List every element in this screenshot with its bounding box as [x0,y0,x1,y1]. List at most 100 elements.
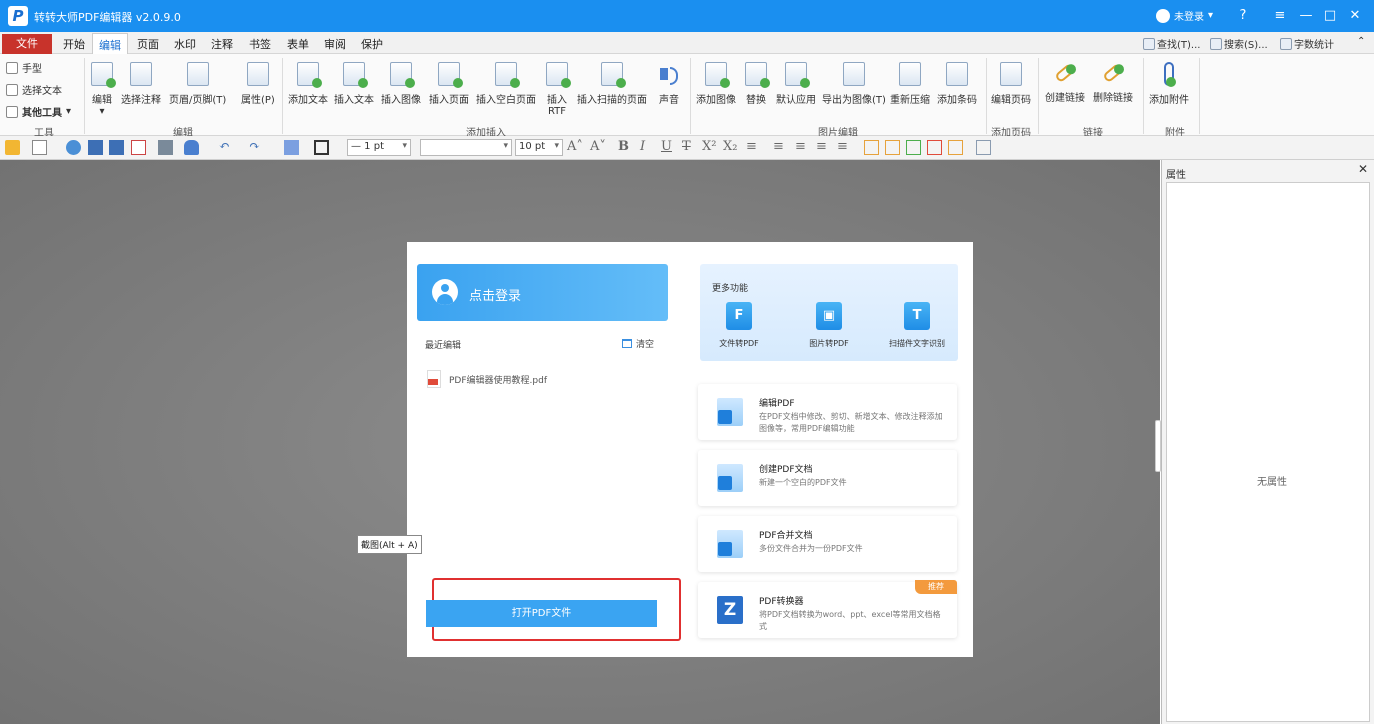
undo-icon[interactable]: ↶ [219,139,230,154]
scan-icon[interactable] [184,140,199,155]
globe-icon[interactable] [66,140,81,155]
select-text-tool[interactable]: 选择文本 [6,82,62,97]
sound-button[interactable]: 声音 [658,62,680,122]
insert-rtf-button[interactable]: 插入 RTF [546,62,571,122]
superscript-button[interactable]: X² [702,139,716,154]
open-folder-icon[interactable] [5,140,20,155]
hand-tool[interactable]: 手型 [6,60,42,75]
close-button[interactable]: ✕ [1345,6,1365,26]
align-left-icon[interactable]: ≡ [773,139,784,154]
collapse-ribbon-button[interactable]: ⌃ [1357,36,1365,47]
tab-start[interactable]: 开始 [63,36,85,52]
new-document-icon[interactable] [32,140,47,155]
other-tools[interactable]: 其他工具 ▾ [6,104,71,119]
export-image-button[interactable]: 导出为图像(T) [822,62,886,122]
bold-button[interactable]: B [618,139,629,154]
group-divider [1199,58,1200,134]
minimize-button[interactable]: — [1296,6,1316,26]
line-width-select[interactable]: — 1 pt [347,139,411,156]
word-count-button[interactable]: 字数统计 [1280,36,1334,51]
open-pdf-button[interactable]: 打开PDF文件 [426,600,657,627]
italic-button[interactable]: I [640,139,645,154]
pdf-converter-card[interactable]: PDF转换器 将PDF文档转换为word、ppt、excel等常用文档格式 推荐 [698,580,957,638]
edit-button[interactable]: 编辑 ▾ [91,62,116,122]
default-apply-button[interactable]: 默认应用 [776,62,816,122]
tab-watermark[interactable]: 水印 [174,36,196,52]
tab-edit[interactable]: 编辑 [92,33,128,55]
decrease-font-button[interactable]: A˅ [590,139,606,154]
recompress-button[interactable]: 重新压缩 [890,62,930,122]
find-button[interactable]: 查找(T)... [1143,36,1200,51]
stroke-color-icon[interactable] [314,140,329,155]
tab-form[interactable]: 表单 [287,36,309,52]
tab-protect[interactable]: 保护 [361,36,383,52]
insert-blank-page-button[interactable]: 插入空白页面 [476,62,536,122]
user-menu[interactable]: 未登录 ▾ [1156,8,1213,23]
print-icon[interactable] [158,140,173,155]
insert-image-button[interactable]: 插入图像 [381,62,421,122]
insert-text-button[interactable]: 插入文本 [334,62,374,122]
ocr-button[interactable]: T 扫描件文字识别 [877,302,957,349]
text-style-icon[interactable] [885,140,900,155]
increase-font-button[interactable]: A˄ [567,139,583,154]
login-button[interactable]: 点击登录 [417,264,668,321]
create-link-button[interactable]: 创建链接 [1045,62,1085,122]
insert-page-button[interactable]: 插入页面 [429,62,469,122]
recent-label: 最近编辑 [425,341,462,351]
menu-icon[interactable]: ≡ [1270,6,1290,26]
header-footer-button[interactable]: 页眉/页脚(T) [169,62,226,122]
save-icon[interactable] [88,140,103,155]
add-barcode-button[interactable]: 添加条码 [937,62,977,122]
properties-button[interactable]: 属性(P) [241,62,275,122]
chevron-down-icon: ▾ [66,106,72,117]
create-pdf-card[interactable]: 创建PDF文档 新建一个空白的PDF文件 [698,450,957,506]
merge-pdf-card[interactable]: PDF合并文档 多份文件合并为一份PDF文件 [698,516,957,572]
header-footer-label: 页眉/页脚(T) [169,95,227,106]
page-setup-icon[interactable] [976,140,991,155]
align-right-icon[interactable]: ≡ [816,139,827,154]
fill-color-icon[interactable] [284,140,299,155]
text-style-icon[interactable] [948,140,963,155]
add-barcode-label: 添加条码 [937,95,977,106]
add-text-button[interactable]: 添加文本 [288,62,328,122]
more-features: 更多功能 F 文件转PDF ▣ 图片转PDF T 扫描件文字识别 [700,264,958,361]
search-button[interactable]: 搜索(S)... [1210,36,1268,51]
tab-review[interactable]: 审阅 [324,36,346,52]
text-style-icon[interactable] [864,140,879,155]
text-style-icon[interactable] [927,140,942,155]
save-as-icon[interactable] [109,140,124,155]
help-icon[interactable]: ? [1233,6,1253,26]
align-center-icon[interactable]: ≡ [795,139,806,154]
default-apply-label: 默认应用 [776,95,816,106]
tab-comment[interactable]: 注释 [211,36,233,52]
strikethrough-button[interactable]: T [682,139,691,154]
indent-icon[interactable]: ≡ [746,139,757,154]
subscript-button[interactable]: X₂ [723,139,737,154]
edit-page-number-button[interactable]: 编辑页码 [991,62,1031,122]
justify-icon[interactable]: ≡ [837,139,848,154]
font-name-select[interactable] [420,139,512,156]
properties-body: 无属性 [1166,182,1370,722]
font-size-select[interactable]: 10 pt [515,139,563,156]
tab-file[interactable]: 文件 [2,34,52,54]
insert-scanned-page-button[interactable]: 插入扫描的页面 [577,62,647,122]
delete-link-button[interactable]: 删除链接 [1093,62,1133,122]
redo-icon[interactable]: ↷ [249,139,260,154]
group-divider [1143,58,1144,134]
recent-file-item[interactable]: PDF编辑器使用教程.pdf [427,370,547,388]
export-pdf-icon[interactable] [131,140,146,155]
text-style-icon[interactable] [906,140,921,155]
replace-button[interactable]: 替换 [745,62,770,122]
file-to-pdf-button[interactable]: F 文件转PDF [704,302,774,349]
tab-bookmark[interactable]: 书签 [249,36,271,52]
edit-pdf-card[interactable]: 编辑PDF 在PDF文档中修改、剪切、新增文本、修改注释添加图像等，常用PDF编… [698,384,957,440]
close-icon[interactable]: ✕ [1358,162,1368,176]
image-to-pdf-button[interactable]: ▣ 图片转PDF [794,302,864,349]
maximize-button[interactable]: □ [1320,6,1340,26]
underline-button[interactable]: U [661,139,672,154]
clear-recent-button[interactable]: 清空 [622,337,654,350]
add-image-button[interactable]: 添加图像 [696,62,736,122]
add-attachment-button[interactable]: 添加附件 [1149,62,1189,122]
select-comment-button[interactable]: 选择注释 [121,62,161,122]
tab-page[interactable]: 页面 [137,36,159,52]
